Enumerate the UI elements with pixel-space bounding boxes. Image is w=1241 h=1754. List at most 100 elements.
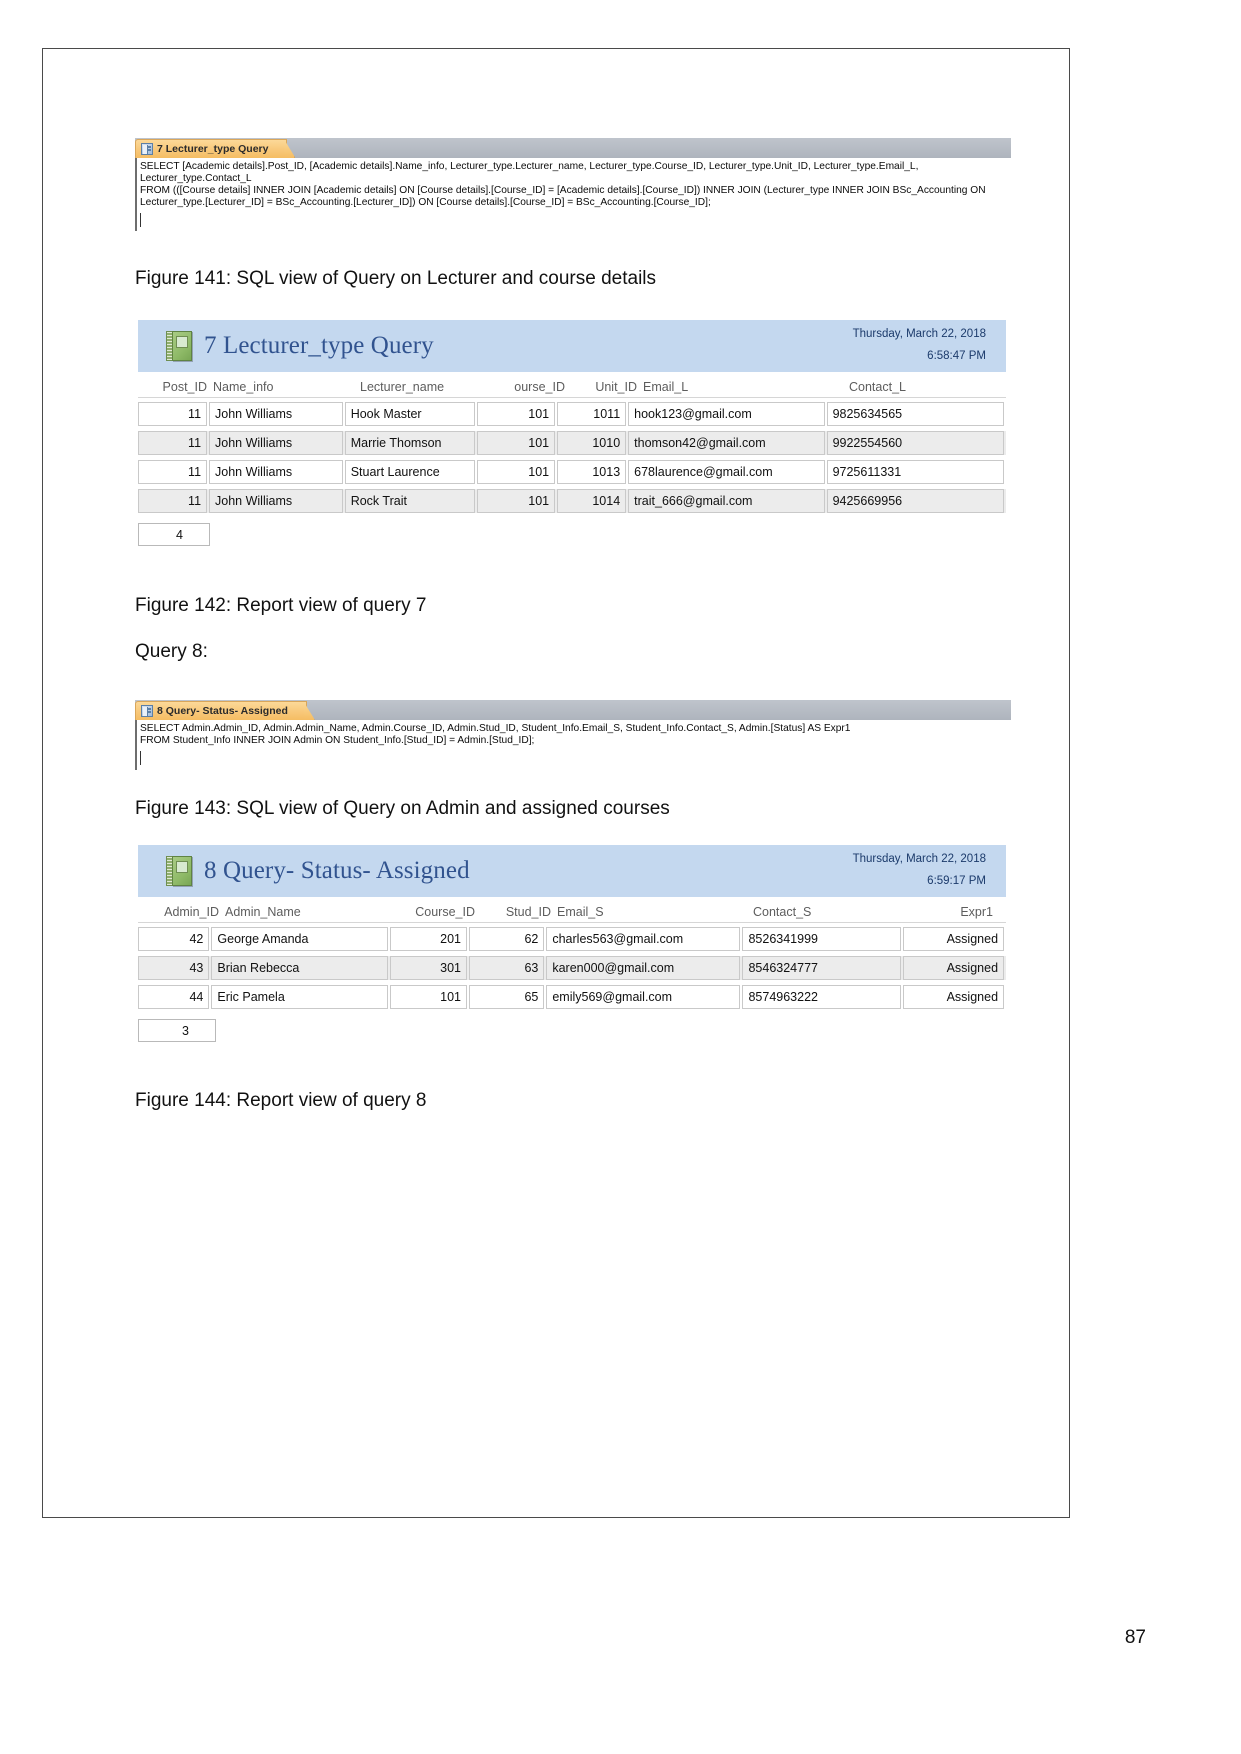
table-row[interactable]: 11 John Williams Rock Trait 101 1014 tra… — [138, 489, 1006, 513]
cell-unit-id: 1010 — [557, 431, 627, 455]
table-row[interactable]: 44 Eric Pamela 101 65 emily569@gmail.com… — [138, 985, 1006, 1009]
column-header-stud-id: Stud_ID — [505, 904, 551, 919]
table-row[interactable]: 11 John Williams Stuart Laurence 101 101… — [138, 460, 1006, 484]
text-caret — [140, 213, 141, 228]
table-row[interactable]: 43 Brian Rebecca 301 63 karen000@gmail.c… — [138, 956, 1006, 980]
column-header-contact-l: Contact_L — [849, 379, 906, 394]
column-header-admin-name: Admin_Name — [225, 904, 301, 919]
tab-lecturer-type-query[interactable]: 7 Lecturer_type Query — [135, 139, 288, 158]
cell-course-id: 101 — [476, 460, 556, 484]
caption-figure-143: Figure 143: SQL view of Query on Admin a… — [135, 798, 670, 819]
cell-contact-s: 8574963222 — [742, 985, 901, 1009]
report-time: 6:59:17 PM — [927, 875, 986, 887]
cell-name-info: John Williams — [209, 489, 343, 513]
cell-lecturer-name: Stuart Laurence — [344, 460, 475, 484]
sql-editor-pane[interactable]: SELECT [Academic details].Post_ID, [Acad… — [135, 158, 1011, 232]
cell-contact-l: 9725611331 — [826, 460, 1004, 484]
tab-label: 8 Query- Status- Assigned — [157, 705, 288, 717]
cell-course-id: 101 — [476, 431, 556, 455]
caption-figure-141: Figure 141: SQL view of Query on Lecture… — [135, 268, 657, 289]
table-row[interactable]: 11 John Williams Hook Master 101 1011 ho… — [138, 402, 1006, 426]
cell-stud-id: 62 — [469, 927, 545, 951]
report-record-count: 3 — [138, 1019, 216, 1042]
report-title: 7 Lecturer_type Query — [204, 332, 434, 359]
report-title: 8 Query- Status- Assigned — [204, 857, 470, 884]
cell-expr1: Assigned — [902, 956, 1005, 980]
cell-expr1: Assigned — [902, 985, 1005, 1009]
table-row[interactable]: 11 John Williams Marrie Thomson 101 1010… — [138, 431, 1006, 455]
tab-status-assigned-query[interactable]: 8 Query- Status- Assigned — [135, 701, 307, 720]
cell-lecturer-name: Rock Trait — [344, 489, 475, 513]
report-notepad-icon — [166, 331, 192, 361]
cell-course-id: 201 — [389, 927, 468, 951]
cell-admin-name: Eric Pamela — [211, 985, 388, 1009]
cell-name-info: John Williams — [209, 402, 343, 426]
report-time: 6:58:47 PM — [927, 350, 986, 362]
column-header-contact-s: Contact_S — [753, 904, 812, 919]
cell-email-s: charles563@gmail.com — [546, 927, 741, 951]
cell-admin-name: Brian Rebecca — [211, 956, 388, 980]
cell-lecturer-name: Marrie Thomson — [344, 431, 475, 455]
cell-unit-id: 1014 — [557, 489, 627, 513]
cell-stud-id: 65 — [469, 985, 545, 1009]
report-date: Thursday, March 22, 2018 — [852, 853, 986, 866]
cell-post-id: 11 — [138, 402, 208, 426]
report-datetime: Thursday, March 22, 2018 6:58:47 PM — [853, 324, 996, 368]
cell-post-id: 11 — [138, 460, 208, 484]
report-column-headers: Post_ID Name_info Lecturer_name ourse_ID… — [138, 372, 1006, 398]
page-number: 87 — [1124, 1627, 1146, 1648]
report-rows: 42 George Amanda 201 62 charles563@gmail… — [138, 923, 1006, 1009]
sql-tab-bar: 7 Lecturer_type Query — [135, 138, 1011, 158]
cell-course-id: 101 — [389, 985, 468, 1009]
cell-email-l: trait_666@gmail.com — [628, 489, 825, 513]
report-record-count: 4 — [138, 523, 210, 546]
query-icon — [141, 143, 153, 155]
sql-statement-text: SELECT [Academic details].Post_ID, [Acad… — [140, 161, 986, 209]
tab-label: 7 Lecturer_type Query — [157, 143, 269, 155]
column-header-admin-id: Admin_ID — [164, 904, 219, 919]
report-notepad-icon — [166, 856, 192, 886]
column-header-unit-id: Unit_ID — [595, 379, 637, 394]
cell-course-id: 101 — [476, 489, 556, 513]
column-header-email-l: Email_L — [643, 379, 689, 394]
cell-admin-id: 43 — [138, 956, 210, 980]
column-header-email-s: Email_S — [557, 904, 604, 919]
table-row[interactable]: 42 George Amanda 201 62 charles563@gmail… — [138, 927, 1006, 951]
cell-email-l: 678laurence@gmail.com — [628, 460, 825, 484]
column-header-name-info: Name_info — [213, 379, 274, 394]
cell-name-info: John Williams — [209, 460, 343, 484]
cell-admin-name: George Amanda — [211, 927, 388, 951]
cell-stud-id: 63 — [469, 956, 545, 980]
sql-view-query8: 8 Query- Status- Assigned SELECT Admin.A… — [135, 700, 1011, 770]
sql-tab-bar: 8 Query- Status- Assigned — [135, 700, 1011, 720]
sql-editor-pane[interactable]: SELECT Admin.Admin_ID, Admin.Admin_Name,… — [135, 720, 1011, 770]
cell-unit-id: 1013 — [557, 460, 627, 484]
caption-figure-144: Figure 144: Report view of query 8 — [135, 1090, 427, 1111]
cell-name-info: John Williams — [209, 431, 343, 455]
cell-contact-l: 9425669956 — [826, 489, 1004, 513]
cell-expr1: Assigned — [902, 927, 1005, 951]
column-header-lecturer-name: Lecturer_name — [360, 379, 445, 394]
cell-course-id: 101 — [476, 402, 556, 426]
column-header-post-id: Post_ID — [162, 379, 207, 394]
column-header-course-id: Course_ID — [415, 904, 475, 919]
column-header-course-id: ourse_ID — [514, 379, 565, 394]
cell-contact-l: 9922554560 — [826, 431, 1004, 455]
report-rows: 11 John Williams Hook Master 101 1011 ho… — [138, 398, 1006, 513]
cell-unit-id: 1011 — [557, 402, 627, 426]
query8-heading: Query 8: — [135, 641, 208, 662]
sql-statement-text: SELECT Admin.Admin_ID, Admin.Admin_Name,… — [140, 723, 851, 747]
cell-email-l: hook123@gmail.com — [628, 402, 825, 426]
column-header-expr1: Expr1 — [960, 904, 993, 919]
text-caret — [140, 751, 141, 766]
cell-contact-s: 8546324777 — [742, 956, 901, 980]
cell-admin-id: 42 — [138, 927, 210, 951]
document-page: 7 Lecturer_type Query SELECT [Academic d… — [0, 0, 1241, 1754]
cell-post-id: 11 — [138, 489, 208, 513]
report-date: Thursday, March 22, 2018 — [852, 328, 986, 341]
report-view-query8: 8 Query- Status- Assigned Thursday, Marc… — [138, 845, 1006, 1042]
report-header: 7 Lecturer_type Query Thursday, March 22… — [138, 320, 1006, 372]
cell-post-id: 11 — [138, 431, 208, 455]
cell-email-l: thomson42@gmail.com — [628, 431, 825, 455]
report-view-query7: 7 Lecturer_type Query Thursday, March 22… — [138, 320, 1006, 546]
